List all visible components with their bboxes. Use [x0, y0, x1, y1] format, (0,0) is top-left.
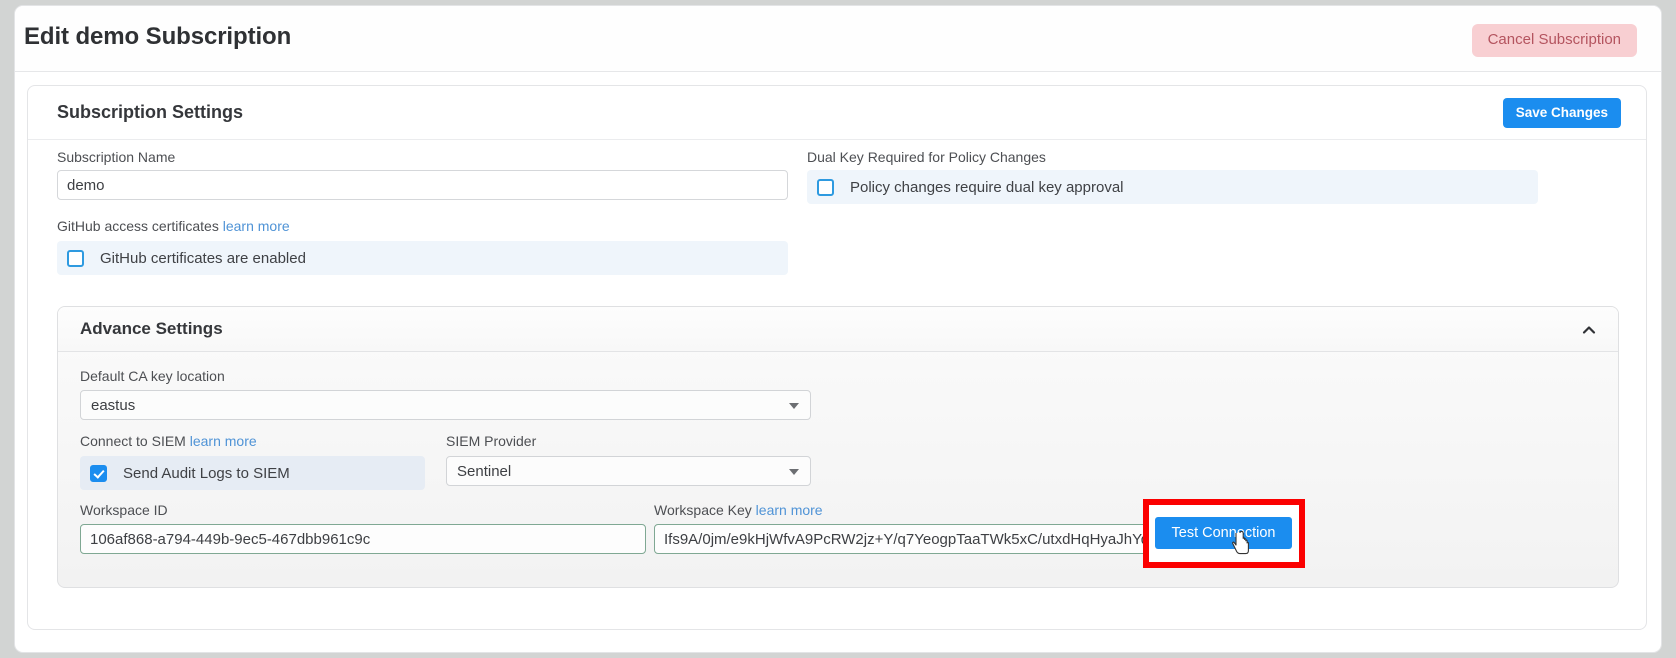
ca-location-select-wrap: eastus [80, 390, 811, 420]
workspace-id-input[interactable] [80, 524, 646, 554]
chevron-down-icon-provider [789, 469, 799, 475]
github-certificates-row: GitHub certificates are enabled [57, 241, 788, 275]
siem-provider-select-wrap: Sentinel [446, 456, 811, 486]
subscription-settings-panel: Subscription Settings Save Changes Subsc… [27, 85, 1647, 630]
page-header: Edit demo Subscription Cancel Subscripti… [15, 6, 1661, 72]
github-certificates-label-text: GitHub access certificates [57, 218, 219, 234]
github-certificates-checkbox[interactable] [67, 249, 84, 267]
github-certificates-checkbox-label: GitHub certificates are enabled [100, 249, 306, 267]
chevron-up-icon[interactable] [1581, 322, 1597, 338]
connect-siem-label: Connect to SIEM learn more [80, 433, 257, 450]
workspace-id-label: Workspace ID [80, 502, 168, 518]
save-changes-button[interactable]: Save Changes [1502, 98, 1621, 128]
advance-settings-body: Default CA key location eastus Connect t… [58, 352, 1618, 587]
window-card: Edit demo Subscription Cancel Subscripti… [14, 5, 1662, 653]
dual-key-checkbox-label: Policy changes require dual key approval [850, 178, 1124, 196]
workspace-key-label-text: Workspace Key [654, 502, 752, 518]
dual-key-check-row[interactable]: Policy changes require dual key approval [807, 170, 1538, 204]
workspace-id-input-wrap [80, 524, 646, 554]
ca-location-value: eastus [91, 397, 136, 414]
github-certificates-check-row[interactable]: GitHub certificates are enabled [57, 241, 788, 275]
workspace-key-input-wrap [654, 524, 1220, 554]
subscription-name-input[interactable] [57, 170, 788, 200]
dual-key-row: Policy changes require dual key approval [807, 170, 1538, 204]
advance-settings-title: Advance Settings [80, 319, 223, 338]
ca-location-label: Default CA key location [80, 368, 225, 384]
siem-provider-label: SIEM Provider [446, 433, 537, 449]
subscription-name-input-wrap [57, 170, 788, 200]
send-audit-logs-checkbox[interactable] [90, 464, 107, 482]
chevron-down-icon-ca [789, 403, 799, 409]
send-audit-logs-checkbox-label: Send Audit Logs to SIEM [123, 464, 290, 482]
github-certificates-label: GitHub access certificates learn more [57, 218, 290, 235]
panel-header: Subscription Settings Save Changes [28, 86, 1646, 140]
siem-learn-more-link[interactable]: learn more [190, 433, 257, 449]
workspace-key-input[interactable] [654, 524, 1220, 554]
advance-settings-header[interactable]: Advance Settings [58, 307, 1618, 352]
send-audit-logs-check-row[interactable]: Send Audit Logs to SIEM [80, 456, 425, 490]
send-audit-logs-row: Send Audit Logs to SIEM [80, 456, 425, 490]
cancel-subscription-button[interactable]: Cancel Subscription [1471, 24, 1637, 57]
ca-location-select[interactable]: eastus [80, 390, 811, 420]
dual-key-label: Dual Key Required for Policy Changes [807, 149, 1046, 165]
panel-title: Subscription Settings [57, 102, 244, 122]
github-learn-more-link[interactable]: learn more [223, 218, 290, 234]
dual-key-checkbox[interactable] [817, 178, 834, 196]
siem-provider-select[interactable]: Sentinel [446, 456, 811, 486]
workspace-key-learn-more-link[interactable]: learn more [756, 502, 823, 518]
connect-siem-label-text: Connect to SIEM [80, 433, 186, 449]
page-root: Edit demo Subscription Cancel Subscripti… [0, 0, 1676, 658]
test-connection-button[interactable]: Test Connection [1155, 517, 1292, 549]
siem-provider-value: Sentinel [457, 463, 512, 480]
subscription-name-label: Subscription Name [57, 149, 176, 165]
top-form-area: Subscription Name GitHub access certific… [28, 140, 1646, 297]
advance-settings-panel: Advance Settings Default CA key location… [57, 306, 1619, 588]
workspace-key-label: Workspace Key learn more [654, 502, 823, 519]
page-title: Edit demo Subscription [24, 23, 292, 50]
